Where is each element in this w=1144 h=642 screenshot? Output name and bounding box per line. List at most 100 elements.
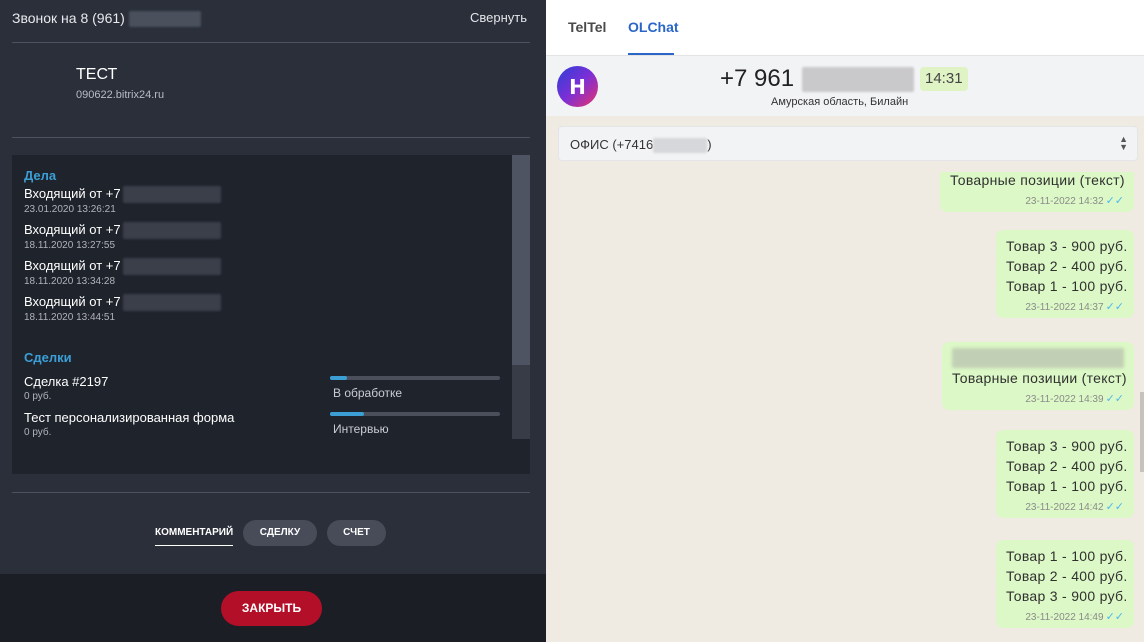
redacted-number	[122, 222, 221, 240]
call-card-panel: Звонок на 8 (961) Свернуть ТЕСТ 090622.b…	[0, 0, 546, 642]
redacted-number	[122, 294, 221, 312]
message-meta: 23-11-2022 14:49 ✓✓	[1006, 610, 1124, 628]
line-prefix: ОФИС (+7416	[570, 137, 654, 152]
deal-item[interactable]: Тест персонализированная форма 0 руб. Ин…	[24, 410, 514, 438]
activity-item[interactable]: Входящий от +7 18.11.2020 13:44:51	[24, 294, 221, 323]
crm-info-box: Дела Входящий от +7 23.01.2020 13:26:21 …	[12, 155, 530, 474]
footer: ЗАКРЫТЬ	[0, 574, 546, 642]
deal-progress-bar	[330, 412, 500, 416]
deal-progress-bar	[330, 376, 500, 380]
message-meta: 23-11-2022 14:37 ✓✓	[1006, 300, 1124, 318]
message-bubble[interactable]: Товар 3 - 900 руб. Товар 2 - 400 руб. То…	[996, 430, 1134, 518]
tab-bar: TelTel OLChat	[546, 0, 1144, 56]
message-bubble[interactable]: Товар 3 - 900 руб. Товар 2 - 400 руб. То…	[996, 230, 1134, 318]
deal-stage: Интервью	[333, 422, 389, 436]
activity-date: 23.01.2020 13:26:21	[24, 204, 116, 216]
line-select-value: ОФИС (+7416)	[570, 137, 712, 154]
line-select[interactable]: ОФИС (+7416) ▲ ▼	[558, 126, 1138, 161]
message-time: 23-11-2022 14:37	[1025, 302, 1104, 313]
chat-header: H +7 961 Амурская область, Билайн 14:31	[546, 56, 1144, 116]
contact-name[interactable]: ТЕСТ	[76, 66, 117, 84]
contact-domain: 090622.bitrix24.ru	[76, 89, 165, 101]
message-line: Товар 2 - 400 руб.	[1006, 258, 1128, 274]
read-ticks-icon: ✓✓	[1105, 195, 1124, 207]
deal-progress-fill	[330, 376, 347, 380]
phone-prefix: +7 961	[720, 65, 795, 92]
collapse-button[interactable]: Свернуть	[470, 10, 527, 25]
activity-title: Входящий от +7	[24, 186, 121, 201]
message-line: Товар 1 - 100 руб.	[1006, 548, 1128, 564]
scrollbar[interactable]	[512, 155, 530, 439]
create-actions-row: КОММЕНТАРИЙ СДЕЛКУ СЧЕТ	[0, 520, 546, 546]
message-meta: 23-11-2022 14:39 ✓✓	[952, 392, 1124, 410]
message-line: Товар 3 - 900 руб.	[1006, 238, 1128, 254]
activity-title: Входящий от +7	[24, 222, 121, 237]
activities-title: Дела	[24, 168, 57, 183]
call-title: Звонок на 8 (961)	[12, 10, 201, 28]
message-time: 23-11-2022 14:32	[1025, 196, 1104, 207]
activity-date: 18.11.2020 13:44:51	[24, 312, 116, 324]
activity-item[interactable]: Входящий от +7 23.01.2020 13:26:21	[24, 186, 221, 215]
message-line: Товар 1 - 100 руб.	[1006, 478, 1128, 494]
select-arrows-icon: ▲ ▼	[1119, 134, 1128, 152]
deal-stage: В обработке	[333, 386, 403, 400]
deal-sum: 0 руб.	[24, 427, 52, 438]
redacted-number	[122, 186, 221, 204]
message-line: Товар 2 - 400 руб.	[1006, 568, 1128, 584]
message-line: Товар 1 - 100 руб.	[1006, 278, 1128, 294]
message-meta: 23-11-2022 14:32 ✓✓	[950, 194, 1124, 212]
message-line: Товар 2 - 400 руб.	[1006, 458, 1128, 474]
deal-sum: 0 руб.	[24, 391, 52, 402]
tab-teltel[interactable]: TelTel	[568, 19, 606, 35]
avatar: H	[557, 66, 598, 107]
redacted-number	[653, 138, 708, 154]
read-ticks-icon: ✓✓	[1105, 393, 1124, 405]
close-button[interactable]: ЗАКРЫТЬ	[221, 591, 322, 626]
activity-item[interactable]: Входящий от +7 18.11.2020 13:27:55	[24, 222, 221, 251]
message-time: 23-11-2022 14:39	[1025, 394, 1104, 405]
divider	[12, 42, 530, 43]
local-time-badge: 14:31	[920, 67, 968, 91]
redacted-number	[802, 67, 915, 93]
read-ticks-icon: ✓✓	[1105, 301, 1124, 313]
redacted-text	[952, 348, 1124, 368]
message-bubble[interactable]: Товарные позиции (текст) 23-11-2022 14:3…	[940, 172, 1134, 212]
divider	[12, 137, 530, 138]
chat-messages[interactable]: Товарные позиции (текст) 23-11-2022 14:3…	[546, 172, 1144, 642]
message-line: Товар 3 - 900 руб.	[1006, 438, 1128, 454]
create-invoice-button[interactable]: СЧЕТ	[327, 520, 386, 546]
line-suffix: )	[707, 137, 712, 152]
create-deal-button[interactable]: СДЕЛКУ	[243, 520, 317, 546]
read-ticks-icon: ✓✓	[1105, 611, 1124, 623]
tab-olchat[interactable]: OLChat	[628, 19, 679, 35]
activity-title: Входящий от +7	[24, 258, 121, 273]
deal-item[interactable]: Сделка #2197 0 руб. В обработке	[24, 374, 514, 402]
message-line: Товарные позиции (текст)	[950, 172, 1125, 188]
message-bubble[interactable]: Товар 1 - 100 руб. Товар 2 - 400 руб. То…	[996, 540, 1134, 628]
activity-date: 18.11.2020 13:27:55	[24, 240, 116, 252]
contact-phone: +7 961	[720, 65, 915, 93]
avatar-letter: H	[569, 74, 586, 99]
deal-progress-fill	[330, 412, 364, 416]
deals-title: Сделки	[24, 350, 72, 365]
message-time: 23-11-2022 14:42	[1025, 502, 1104, 513]
contact-region: Амурская область, Билайн	[771, 96, 909, 108]
activity-title: Входящий от +7	[24, 294, 121, 309]
olchat-panel: TelTel OLChat H +7 961 Амурская область,…	[546, 0, 1144, 642]
scrollbar-thumb[interactable]	[512, 155, 530, 365]
redacted-number	[122, 258, 221, 276]
read-ticks-icon: ✓✓	[1105, 501, 1124, 513]
active-tab-indicator	[628, 53, 674, 55]
message-time: 23-11-2022 14:49	[1025, 612, 1104, 623]
divider	[12, 492, 530, 493]
message-meta: 23-11-2022 14:42 ✓✓	[1006, 500, 1124, 518]
chat-scrollbar[interactable]	[1140, 392, 1144, 472]
redacted-number	[128, 11, 201, 28]
message-line: Товар 3 - 900 руб.	[1006, 588, 1128, 604]
call-title-text: Звонок на 8 (961)	[12, 10, 125, 26]
activity-item[interactable]: Входящий от +7 18.11.2020 13:34:28	[24, 258, 221, 287]
activity-date: 18.11.2020 13:34:28	[24, 276, 116, 288]
message-line: Товарные позиции (текст)	[952, 370, 1127, 386]
message-bubble[interactable]: Товарные позиции (текст) 23-11-2022 14:3…	[942, 342, 1134, 410]
comment-tab[interactable]: КОММЕНТАРИЙ	[155, 520, 234, 546]
